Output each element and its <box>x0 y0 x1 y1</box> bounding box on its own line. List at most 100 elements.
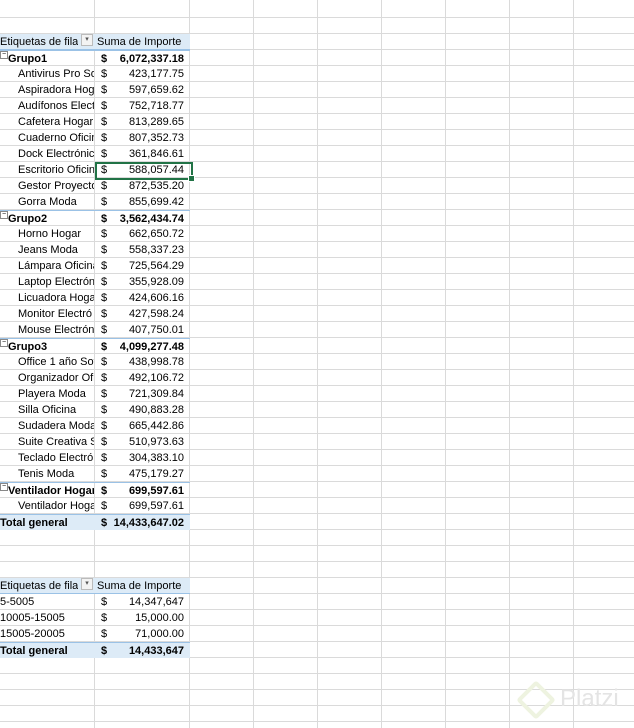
currency-symbol: $ <box>101 356 108 368</box>
row-label: Aspiradora Hoga <box>18 84 94 96</box>
row-label: Tenis Moda <box>18 468 75 480</box>
table-row[interactable]: 15005-20005 $71,000.00 <box>0 626 190 642</box>
table-row[interactable]: Cuaderno Oficin $807,352.73 <box>0 130 190 146</box>
table-row[interactable]: Sudadera Moda $665,442.86 <box>0 418 190 434</box>
currency-symbol: $ <box>101 292 108 304</box>
currency-symbol: $ <box>101 612 108 624</box>
row-label: Licuadora Hoga <box>18 292 94 304</box>
table-row[interactable]: Jeans Moda $558,337.23 <box>0 242 190 258</box>
amount-value: 15,000.00 <box>135 612 184 624</box>
amount-value: 6,072,337.18 <box>119 53 184 65</box>
group-row[interactable]: − Grupo3 $4,099,277.48 <box>0 338 190 354</box>
row-label: Teclado Electró <box>18 452 94 464</box>
row-label: Gorra Moda <box>18 196 77 208</box>
table-row[interactable]: Dock Electrónic $361,846.61 <box>0 146 190 162</box>
currency-symbol: $ <box>101 468 108 480</box>
total-row[interactable]: Total general $14,433,647 <box>0 642 190 658</box>
table-row[interactable]: Suite Creativa S $510,973.63 <box>0 434 190 450</box>
table-row[interactable]: Cafetera Hogar $813,289.65 <box>0 114 190 130</box>
table-row[interactable]: Organizador Ofi $492,106.72 <box>0 370 190 386</box>
currency-symbol: $ <box>101 517 108 529</box>
sum-header[interactable]: Suma de Importe <box>97 578 181 594</box>
table-row[interactable]: Gorra Moda $855,699.42 <box>0 194 190 210</box>
row-label: Total general <box>0 645 68 657</box>
amount-value: 558,337.23 <box>128 244 184 256</box>
amount-value: 355,928.09 <box>128 276 184 288</box>
amount-value: 699,597.61 <box>128 485 184 497</box>
amount-value: 813,289.65 <box>128 116 184 128</box>
currency-symbol: $ <box>101 260 108 272</box>
currency-symbol: $ <box>101 68 108 80</box>
row-label: Cuaderno Oficin <box>18 132 94 144</box>
amount-value: 14,433,647 <box>128 645 184 657</box>
row-label: Gestor Proyecto <box>18 180 94 192</box>
currency-symbol: $ <box>101 500 108 512</box>
platzi-watermark: Platzi <box>516 679 619 720</box>
amount-value: 71,000.00 <box>135 628 184 640</box>
currency-symbol: $ <box>101 645 108 657</box>
table-row[interactable]: Lámpara Oficina $725,564.29 <box>0 258 190 274</box>
row-label: Ventilador Hoga <box>18 500 94 512</box>
currency-symbol: $ <box>101 341 108 353</box>
amount-value: 872,535.20 <box>128 180 184 192</box>
amount-value: 807,352.73 <box>128 132 184 144</box>
table-row[interactable]: Monitor Electró $427,598.24 <box>0 306 190 322</box>
amount-value: 427,598.24 <box>128 308 184 320</box>
row-labels-header[interactable]: Etiquetas de fila <box>0 34 78 50</box>
group-row[interactable]: − Ventilador Hogar $699,597.61 <box>0 482 190 498</box>
amount-value: 752,718.77 <box>128 100 184 112</box>
filter-dropdown-icon[interactable]: ▾ <box>81 34 93 46</box>
currency-symbol: $ <box>101 100 108 112</box>
platzi-logo-icon <box>516 679 556 720</box>
amount-value: 725,564.29 <box>128 260 184 272</box>
currency-symbol: $ <box>101 452 108 464</box>
amount-value: 510,973.63 <box>128 436 184 448</box>
table-row[interactable]: Teclado Electró $304,383.10 <box>0 450 190 466</box>
row-label: 10005-15005 <box>0 612 65 624</box>
table-row[interactable]: 5-5005 $14,347,647 <box>0 594 190 610</box>
table-row[interactable]: Audífonos Electr $752,718.77 <box>0 98 190 114</box>
sum-header[interactable]: Suma de Importe <box>97 34 181 50</box>
table-row[interactable]: Office 1 año Soft $438,998.78 <box>0 354 190 370</box>
amount-value: 4,099,277.48 <box>119 341 184 353</box>
group-row[interactable]: − Grupo1 $6,072,337.18 <box>0 50 190 66</box>
amount-value: 14,433,647.02 <box>113 517 184 529</box>
amount-value: 597,659.62 <box>128 84 184 96</box>
row-label: Silla Oficina <box>18 404 77 416</box>
row-label: Total general <box>0 517 68 529</box>
group-row[interactable]: − Grupo2 $3,562,434.74 <box>0 210 190 226</box>
table-row[interactable]: Ventilador Hoga $699,597.61 <box>0 498 190 514</box>
amount-value: 423,177.75 <box>128 68 184 80</box>
currency-symbol: $ <box>101 436 108 448</box>
table-row[interactable]: 10005-15005 $15,000.00 <box>0 610 190 626</box>
table-row[interactable]: Horno Hogar $662,650.72 <box>0 226 190 242</box>
row-label: Grupo1 <box>8 53 48 65</box>
table-row[interactable]: Gestor Proyecto $872,535.20 <box>0 178 190 194</box>
total-row[interactable]: Total general $14,433,647.02 <box>0 514 190 530</box>
table-row[interactable]: Tenis Moda $475,179.27 <box>0 466 190 482</box>
table-row[interactable]: Laptop Electrón $355,928.09 <box>0 274 190 290</box>
currency-symbol: $ <box>101 628 108 640</box>
filter-dropdown-icon[interactable]: ▾ <box>81 578 93 590</box>
amount-value: 424,606.16 <box>128 292 184 304</box>
row-labels-header[interactable]: Etiquetas de fila <box>0 578 78 594</box>
table-row[interactable]: Licuadora Hoga $424,606.16 <box>0 290 190 306</box>
pivot2-header: Etiquetas de fila ▾ Suma de Importe <box>0 578 190 594</box>
amount-value: 3,562,434.74 <box>119 213 184 225</box>
table-row[interactable]: Mouse Electrón $407,750.01 <box>0 322 190 338</box>
row-label: Dock Electrónic <box>18 148 94 160</box>
table-row[interactable]: Silla Oficina $490,883.28 <box>0 402 190 418</box>
table-row[interactable]: Antivirus Pro Sof $423,177.75 <box>0 66 190 82</box>
selected-cell <box>95 162 195 182</box>
amount-value: 699,597.61 <box>128 500 184 512</box>
amount-value: 14,347,647 <box>128 596 184 608</box>
amount-value: 304,383.10 <box>128 452 184 464</box>
row-label: Mouse Electrón <box>18 324 94 336</box>
row-label: Suite Creativa S <box>18 436 94 448</box>
currency-symbol: $ <box>101 420 108 432</box>
row-label: Jeans Moda <box>18 244 78 256</box>
table-row[interactable]: Playera Moda $721,309.84 <box>0 386 190 402</box>
row-label: Cafetera Hogar <box>18 116 94 128</box>
table-row[interactable]: Aspiradora Hoga $597,659.62 <box>0 82 190 98</box>
row-label: Escritorio Oficin <box>18 164 94 176</box>
